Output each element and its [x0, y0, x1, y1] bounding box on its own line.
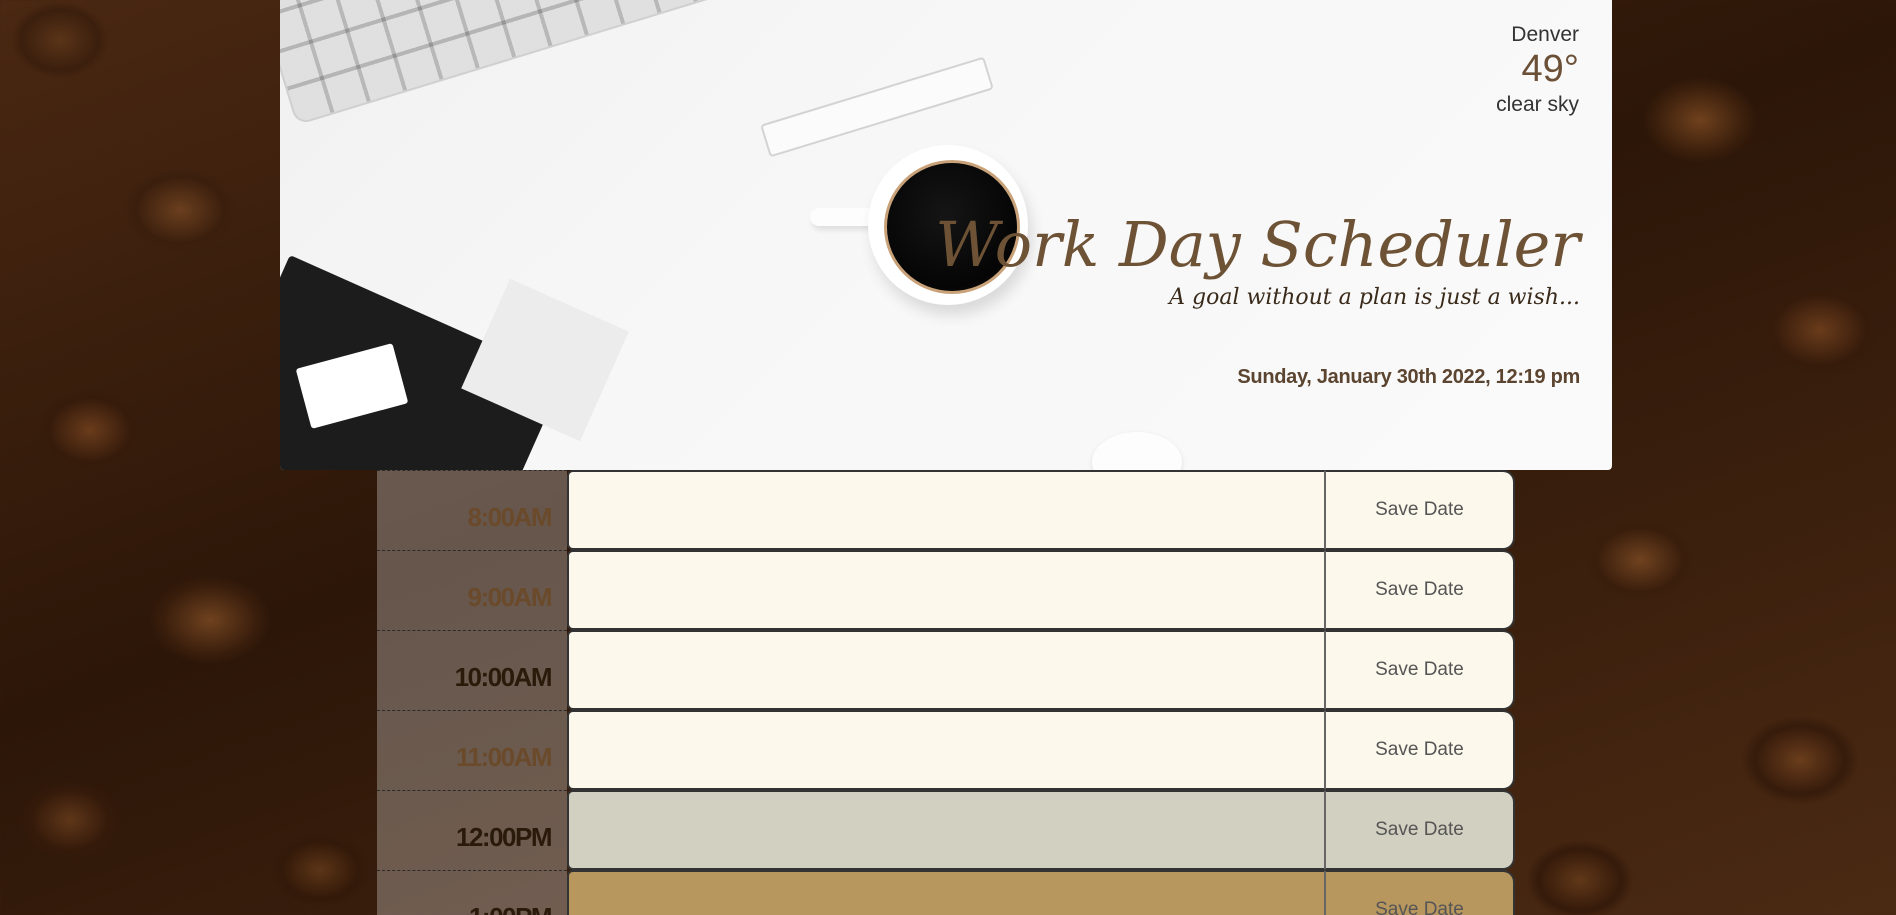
keyboard-image: [280, 0, 837, 126]
event-textarea[interactable]: [567, 630, 1325, 710]
save-button[interactable]: Save Date: [1325, 470, 1515, 550]
hour-label: 12:00PM: [377, 790, 567, 870]
event-textarea[interactable]: [567, 710, 1325, 790]
hour-label: 8:00AM: [377, 470, 567, 550]
weather-temperature: 49°: [1521, 48, 1579, 90]
hour-label: 10:00AM: [377, 630, 567, 710]
weather-description: clear sky: [1496, 93, 1579, 116]
hour-label: 1:00PM: [377, 870, 567, 915]
time-block-row: 1:00PM Save Date: [377, 870, 1515, 915]
save-button[interactable]: Save Date: [1325, 790, 1515, 870]
save-button[interactable]: Save Date: [1325, 550, 1515, 630]
page-tagline: A goal without a plan is just a wish...: [1169, 285, 1580, 310]
schedule-list: 8:00AM Save Date 9:00AM Save Date 10:00A…: [377, 470, 1515, 915]
save-button[interactable]: Save Date: [1325, 710, 1515, 790]
weather-widget: Denver 49° clear sky: [1496, 22, 1579, 120]
save-button[interactable]: Save Date: [1325, 630, 1515, 710]
event-textarea[interactable]: [567, 790, 1325, 870]
current-date: Sunday, January 30th 2022, 12:19 pm: [1237, 366, 1580, 388]
time-block-row: 9:00AM Save Date: [377, 550, 1515, 630]
event-textarea[interactable]: [567, 870, 1325, 915]
event-textarea[interactable]: [567, 550, 1325, 630]
weather-city: Denver: [1511, 23, 1579, 46]
header-hero: Denver 49° clear sky Work Day Scheduler …: [280, 0, 1612, 470]
mouse-image: [1092, 432, 1182, 470]
page-title: Work Day Scheduler: [935, 208, 1580, 281]
save-button[interactable]: Save Date: [1325, 870, 1515, 915]
hour-label: 9:00AM: [377, 550, 567, 630]
time-block-row: 12:00PM Save Date: [377, 790, 1515, 870]
keyboard-spacebar-image: [760, 56, 994, 158]
hour-label: 11:00AM: [377, 710, 567, 790]
event-textarea[interactable]: [567, 470, 1325, 550]
time-block-row: 11:00AM Save Date: [377, 710, 1515, 790]
cup-handle-image: [810, 208, 876, 226]
time-block-row: 10:00AM Save Date: [377, 630, 1515, 710]
time-block-row: 8:00AM Save Date: [377, 470, 1515, 550]
